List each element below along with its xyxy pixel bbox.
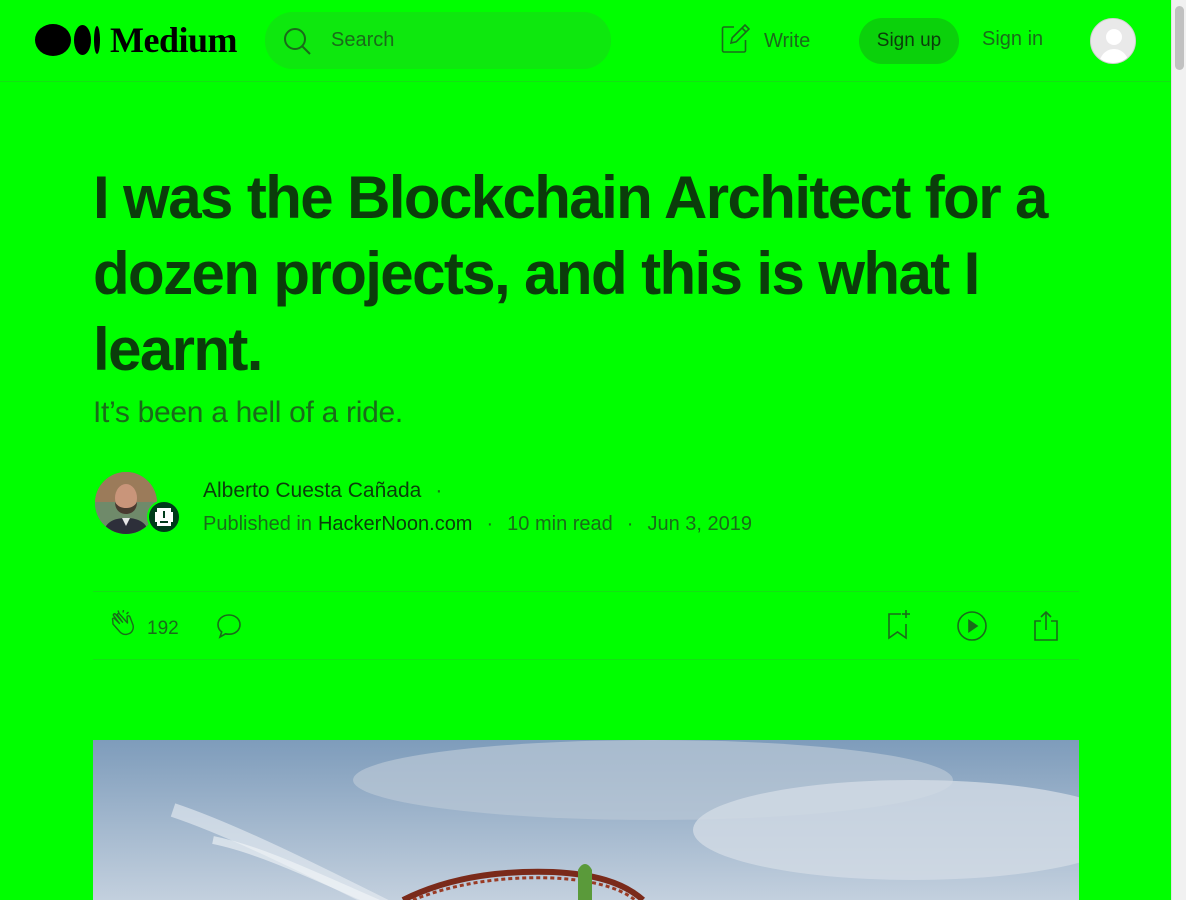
- clap-button[interactable]: 192: [107, 609, 179, 647]
- sign-in-link[interactable]: Sign in: [982, 28, 1043, 51]
- publish-date: Jun 3, 2019: [647, 513, 752, 535]
- play-icon: [956, 611, 988, 646]
- published-in-label: Published in: [203, 513, 312, 535]
- default-avatar-icon: [1091, 19, 1135, 63]
- comment-button[interactable]: [215, 612, 243, 645]
- write-label: Write: [764, 30, 811, 52]
- search-icon: [283, 27, 311, 55]
- author-line: Alberto Cuesta Cañada ·: [203, 479, 456, 503]
- share-icon: [1032, 610, 1060, 646]
- comment-icon: [215, 614, 243, 644]
- separator-dot: ·: [486, 513, 494, 535]
- author-name-link[interactable]: Alberto Cuesta Cañada: [203, 479, 421, 503]
- user-avatar-button[interactable]: [1090, 18, 1136, 64]
- scrollbar-thumb[interactable]: [1175, 6, 1184, 70]
- author-avatar[interactable]: [95, 472, 157, 534]
- article-title: I was the Blockchain Architect for a doz…: [93, 164, 1048, 383]
- write-icon: [720, 23, 751, 59]
- search-box[interactable]: [265, 12, 611, 69]
- clap-icon: [107, 609, 137, 647]
- page: Medium Write Sign up Sign in: [0, 0, 1171, 900]
- medium-logo[interactable]: Medium: [35, 20, 238, 60]
- separator-dot: ·: [626, 513, 634, 535]
- article-hero-image: [93, 740, 1079, 900]
- bookmark-add-icon: [886, 610, 914, 645]
- save-bookmark-button[interactable]: [886, 609, 914, 646]
- sign-up-button[interactable]: Sign up: [859, 18, 959, 64]
- hackernoon-logo-icon: [155, 508, 173, 526]
- share-button[interactable]: [1032, 610, 1060, 647]
- separator-dot: ·: [435, 479, 443, 502]
- search-input[interactable]: [331, 29, 581, 52]
- clap-count: 192: [147, 617, 179, 639]
- publication-link[interactable]: HackerNoon.com: [318, 513, 473, 536]
- read-time: 10 min read: [507, 513, 613, 535]
- publication-logo[interactable]: [147, 500, 181, 534]
- article-subtitle: It’s been a hell of a ride.: [93, 396, 403, 429]
- listen-button[interactable]: [956, 610, 988, 647]
- top-navigation-bar: Medium Write Sign up Sign in: [0, 0, 1171, 82]
- rollercoaster-image: [93, 740, 1079, 900]
- article-action-bar: 192: [93, 591, 1079, 660]
- article-meta: Published in HackerNoon.com · 10 min rea…: [203, 513, 752, 536]
- medium-logo-mark-icon: [35, 24, 100, 56]
- logo-wordmark: Medium: [110, 20, 238, 60]
- write-button[interactable]: Write: [720, 23, 811, 59]
- vertical-scrollbar[interactable]: [1171, 0, 1186, 900]
